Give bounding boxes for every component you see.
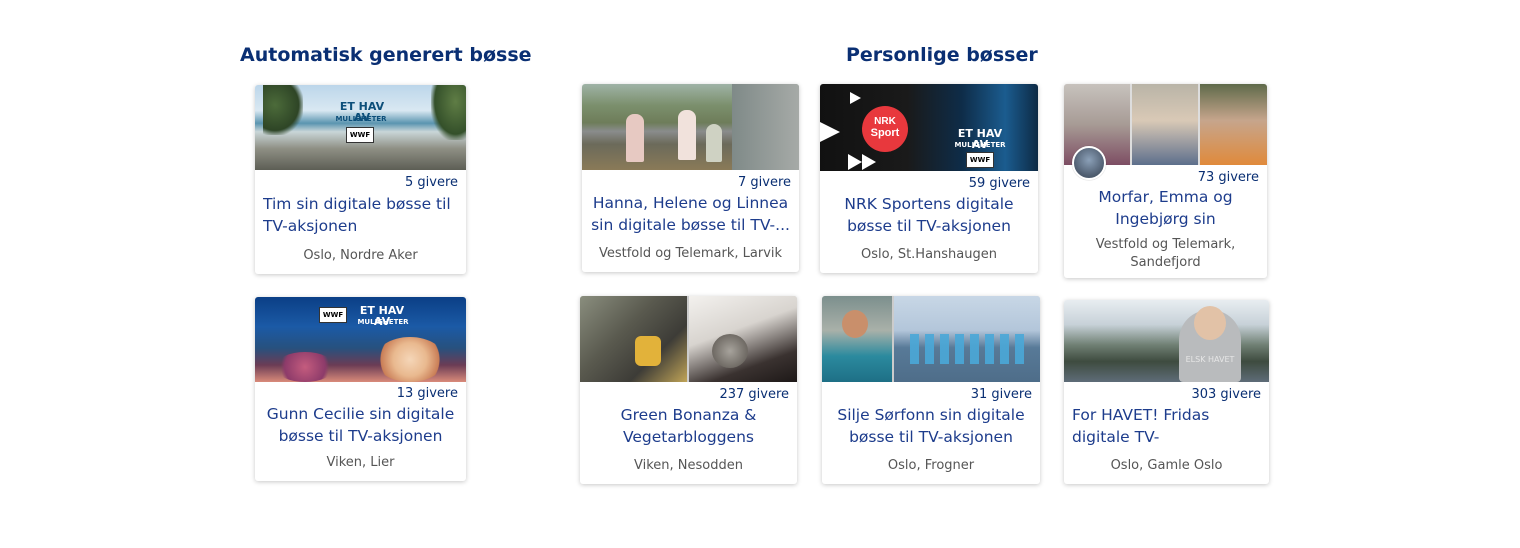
card-title[interactable]: Morfar, Emma og Ingebjørg sin digitale..… bbox=[1088, 186, 1243, 230]
givers-count: 13 givere bbox=[396, 386, 458, 401]
fundraiser-card[interactable]: 31 givere Silje Sørfonn sin digitale bøs… bbox=[822, 296, 1040, 484]
card-image: NRK Sport ET HAV AV MULIGHETER WWF bbox=[820, 84, 1038, 171]
fundraiser-card[interactable]: NRK Sport ET HAV AV MULIGHETER WWF 59 gi… bbox=[820, 84, 1038, 273]
card-title[interactable]: Silje Sørfonn sin digitale bøsse til TV-… bbox=[830, 404, 1032, 448]
card-image: ELSK HAVET bbox=[1064, 300, 1269, 382]
nrk-sport-logo: NRK Sport bbox=[862, 106, 908, 152]
wwf-logo: WWF bbox=[346, 127, 374, 143]
givers-count: 303 givere bbox=[1191, 387, 1261, 402]
shirt-print-text: ELSK HAVET bbox=[1185, 355, 1235, 364]
card-image: WWF ET HAV AV MULIGHETER bbox=[255, 297, 466, 382]
card-location: Oslo, Nordre Aker bbox=[303, 248, 418, 263]
fundraiser-card[interactable]: 73 givere Morfar, Emma og Ingebjørg sin … bbox=[1064, 84, 1267, 278]
card-location: Viken, Lier bbox=[326, 455, 395, 470]
campaign-logo-subtext: MULIGHETER bbox=[335, 115, 387, 123]
card-image bbox=[582, 84, 799, 170]
wwf-logo: WWF bbox=[319, 307, 347, 323]
card-location: Viken, Nesodden bbox=[634, 458, 743, 473]
givers-count: 31 givere bbox=[970, 387, 1032, 402]
givers-count: 73 givere bbox=[1197, 170, 1259, 185]
card-location: Vestfold og Telemark, Larvik bbox=[598, 246, 783, 261]
givers-count: 7 givere bbox=[737, 175, 791, 190]
section-title-auto: Automatisk generert bøsse bbox=[240, 44, 532, 66]
givers-count: 5 givere bbox=[404, 175, 458, 190]
wwf-logo: WWF bbox=[966, 152, 994, 168]
avatar bbox=[1072, 146, 1106, 180]
card-location: Oslo, Gamle Oslo bbox=[1110, 458, 1223, 473]
campaign-logo-subtext: MULIGHETER bbox=[357, 318, 409, 326]
campaign-logo-subtext: MULIGHETER bbox=[954, 141, 1006, 149]
section-title-personal: Personlige bøsser bbox=[846, 44, 1038, 66]
card-title[interactable]: Tim sin digitale bøsse til TV-aksjonen bbox=[263, 193, 458, 237]
card-image bbox=[580, 296, 797, 382]
card-title[interactable]: Gunn Cecilie sin digitale bøsse til TV-a… bbox=[263, 403, 458, 447]
fundraiser-card[interactable]: 7 givere Hanna, Helene og Linnea sin dig… bbox=[582, 84, 799, 272]
givers-count: 59 givere bbox=[968, 176, 1030, 191]
card-image bbox=[822, 296, 1040, 382]
givers-count: 237 givere bbox=[719, 387, 789, 402]
card-location: Oslo, St.Hanshaugen bbox=[860, 247, 997, 262]
card-location: Vestfold og Telemark, Sandefjord bbox=[1095, 237, 1236, 270]
card-image: ET HAV AV MULIGHETER WWF bbox=[255, 85, 466, 170]
fundraiser-card[interactable]: ELSK HAVET 303 givere For HAVET! Fridas … bbox=[1064, 300, 1269, 484]
nrk-logo-text: NRK bbox=[874, 116, 896, 127]
fundraiser-card[interactable]: 237 givere Green Bonanza & Vegetarblogge… bbox=[580, 296, 797, 484]
sport-logo-text: Sport bbox=[870, 127, 900, 139]
fundraiser-card[interactable]: ET HAV AV MULIGHETER WWF 5 givere Tim si… bbox=[255, 85, 466, 274]
card-location: Oslo, Frogner bbox=[887, 458, 975, 473]
card-title[interactable]: NRK Sportens digitale bøsse til TV-aksjo… bbox=[828, 193, 1030, 237]
card-title[interactable]: For HAVET! Fridas digitale TV-aksjonsbøs… bbox=[1072, 404, 1261, 448]
fundraiser-card[interactable]: WWF ET HAV AV MULIGHETER 13 givere Gunn … bbox=[255, 297, 466, 481]
card-title[interactable]: Green Bonanza & Vegetarbloggens digitale… bbox=[588, 404, 789, 448]
card-title[interactable]: Hanna, Helene og Linnea sin digitale bøs… bbox=[590, 192, 791, 236]
